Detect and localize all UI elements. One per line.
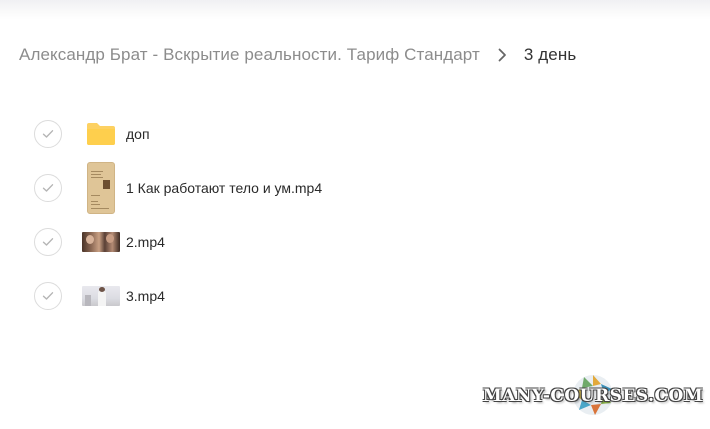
breadcrumb-parent-link[interactable]: Александр Брат - Вскрытие реальности. Та… — [19, 45, 480, 65]
select-checkbox[interactable] — [34, 228, 62, 256]
file-name[interactable]: доп — [126, 126, 150, 142]
check-icon — [42, 130, 54, 138]
list-item[interactable]: 3.mp4 — [34, 269, 674, 323]
select-checkbox[interactable] — [34, 174, 62, 202]
file-list: доп 1 Как работают тело и ум.mp4 2.mp4 3… — [34, 107, 674, 323]
file-name[interactable]: 2.mp4 — [126, 234, 165, 250]
folder-icon — [76, 122, 126, 146]
watermark: MANY-COURSES.COM — [480, 368, 706, 424]
check-icon — [42, 238, 54, 246]
file-name[interactable]: 3.mp4 — [126, 288, 165, 304]
document-thumbnail — [76, 162, 126, 214]
breadcrumb-current: 3 день — [523, 45, 577, 64]
check-icon — [42, 184, 54, 192]
breadcrumb: Александр Брат - Вскрытие реальности. Та… — [19, 44, 576, 66]
file-name[interactable]: 1 Как работают тело и ум.mp4 — [126, 180, 322, 196]
video-thumbnail — [76, 232, 126, 252]
video-thumbnail — [76, 286, 126, 306]
list-item[interactable]: 1 Как работают тело и ум.mp4 — [34, 161, 674, 215]
chevron-right-icon — [480, 44, 524, 66]
watermark-text: MANY-COURSES.COM — [482, 386, 704, 406]
select-checkbox[interactable] — [34, 120, 62, 148]
list-item[interactable]: доп — [34, 107, 674, 161]
list-item[interactable]: 2.mp4 — [34, 215, 674, 269]
check-icon — [42, 292, 54, 300]
select-checkbox[interactable] — [34, 282, 62, 310]
top-bar-shadow — [0, 0, 710, 20]
